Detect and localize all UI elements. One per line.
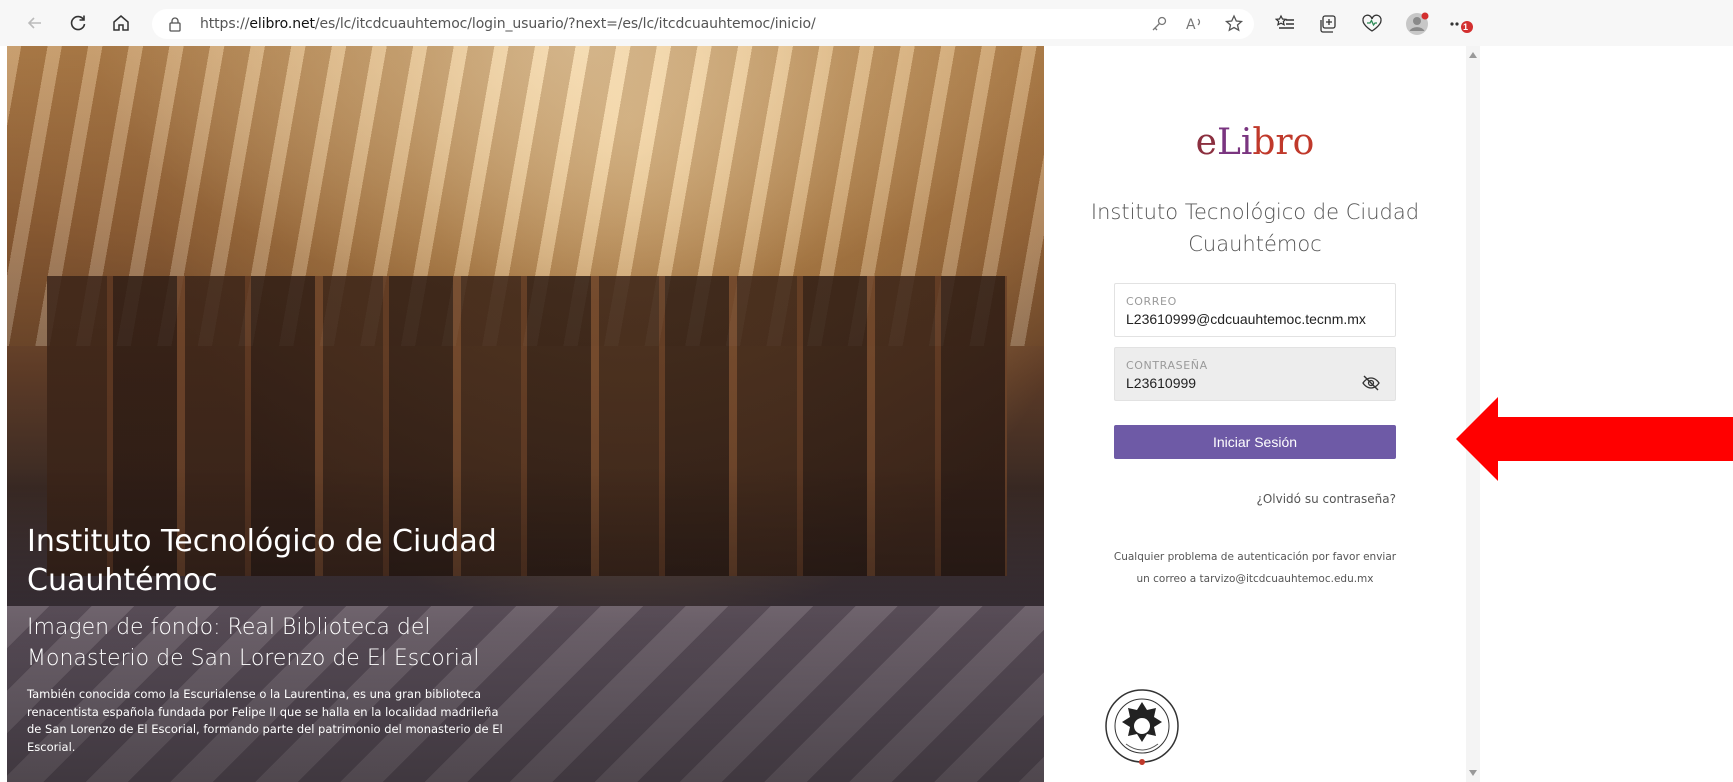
password-label: CONTRASEÑA <box>1126 359 1208 372</box>
url-path: /es/lc/itcdcuauhtemoc/login_usuario/?nex… <box>314 16 816 32</box>
back-arrow-icon[interactable] <box>22 10 48 36</box>
institution-seal-icon <box>1102 686 1182 766</box>
hide-password-icon[interactable] <box>1361 373 1381 393</box>
hero-title: Instituto Tecnológico de Ciudad Cuauhtém… <box>27 524 497 598</box>
support-notice: Cualquier problema de autenticación por … <box>1084 546 1426 590</box>
logo-li: Li <box>1216 122 1253 163</box>
url-domain: elibro.net <box>249 16 315 32</box>
url-text[interactable]: https://elibro.net/es/lc/itcdcuauhtemoc/… <box>200 16 816 32</box>
notification-badge: 1 <box>1463 22 1469 32</box>
scroll-down-icon[interactable] <box>1469 770 1477 776</box>
profile-icon[interactable] <box>1405 12 1429 36</box>
elibro-logo: eLibro <box>1044 122 1466 163</box>
hero-background-image: Instituto Tecnológico de Ciudad Cuauhtém… <box>7 46 1044 782</box>
password-field[interactable]: CONTRASEÑA <box>1114 347 1396 401</box>
more-icon[interactable]: 1 <box>1447 12 1477 36</box>
email-input[interactable] <box>1126 311 1376 327</box>
browser-toolbar: https://elibro.net/es/lc/itcdcuauhtemoc/… <box>0 0 1733 46</box>
lock-icon[interactable] <box>168 16 182 37</box>
red-arrow-icon <box>1456 397 1733 481</box>
read-aloud-icon[interactable]: A <box>1183 12 1207 36</box>
collections-icon[interactable] <box>1316 12 1340 36</box>
support-notice-line-1: Cualquier problema de autenticación por … <box>1113 551 1397 563</box>
password-input[interactable] <box>1126 375 1376 391</box>
scroll-up-icon[interactable] <box>1469 52 1477 58</box>
logo-e: e <box>1195 122 1217 163</box>
health-icon[interactable] <box>1360 12 1384 36</box>
hero-subtitle: Imagen de fondo: Real Biblioteca del Mon… <box>27 615 480 671</box>
forgot-password-link[interactable]: ¿Olvidó su contraseña? <box>1256 492 1396 506</box>
favorites-icon[interactable] <box>1273 12 1297 36</box>
key-icon[interactable] <box>1147 12 1171 36</box>
svg-text:A: A <box>1186 17 1196 33</box>
hero-description: También conocida como la Escurialense o … <box>27 687 503 754</box>
url-prefix: https:// <box>200 16 250 32</box>
login-button[interactable]: Iniciar Sesión <box>1114 425 1396 459</box>
home-icon[interactable] <box>108 10 134 36</box>
refresh-icon[interactable] <box>65 10 91 36</box>
support-notice-line-2: un correo a tarvizo@itcdcuauhtemoc.edu.m… <box>1136 573 1374 585</box>
login-panel: eLibro Instituto Tecnológico de Ciudad C… <box>1044 46 1466 782</box>
email-label: CORREO <box>1126 295 1177 308</box>
email-field[interactable]: CORREO <box>1114 283 1396 337</box>
institution-name: Instituto Tecnológico de Ciudad Cuauhtém… <box>1090 200 1420 256</box>
favorite-add-icon[interactable] <box>1222 12 1246 36</box>
logo-bro: bro <box>1252 122 1315 163</box>
address-bar[interactable]: https://elibro.net/es/lc/itcdcuauhtemoc/… <box>152 9 1254 39</box>
